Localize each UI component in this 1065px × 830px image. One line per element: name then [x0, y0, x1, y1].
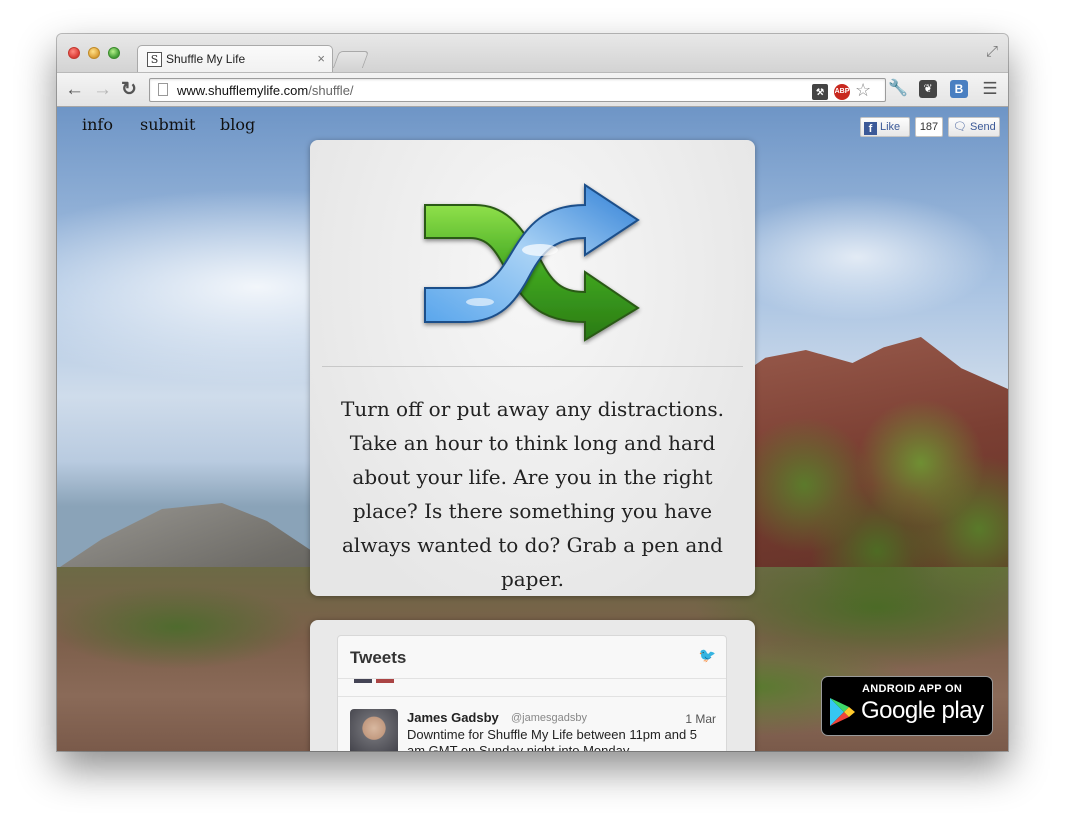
tab-shuffle-my-life[interactable]: S Shuffle My Life ×	[137, 45, 333, 73]
tweet-date[interactable]: 1 Mar	[685, 712, 716, 726]
nav-link-submit[interactable]: submit	[140, 115, 195, 134]
speech-bubble-icon: 🗨	[953, 121, 967, 133]
url-path: /shuffle/	[308, 83, 354, 98]
avatar[interactable]	[350, 709, 398, 751]
minimize-window-button[interactable]	[88, 47, 100, 59]
close-window-button[interactable]	[68, 47, 80, 59]
back-arrow-icon[interactable]: ←	[65, 79, 84, 101]
forward-arrow-icon[interactable]: →	[93, 79, 112, 101]
divider	[338, 696, 726, 697]
browser-toolbar: ← → ↻ www.shufflemylife.com/shuffle/ ⚒ A…	[57, 72, 1008, 107]
background-bushes	[717, 397, 1008, 617]
tweets-panel: Tweets 🐦 James Gadsby @jamesgadsby 1 Mar…	[310, 620, 755, 751]
nav-link-info[interactable]: info	[82, 115, 113, 134]
nav-link-blog[interactable]: blog	[220, 115, 255, 134]
url-text[interactable]: www.shufflemylife.com/shuffle/	[177, 83, 354, 98]
facebook-like-button[interactable]: f Like	[860, 117, 910, 137]
page-icon	[158, 83, 168, 96]
google-play-badge[interactable]: ANDROID APP ON Google play	[821, 676, 993, 736]
twitter-timeline-widget: Tweets 🐦 James Gadsby @jamesgadsby 1 Mar…	[337, 635, 727, 751]
tweet-author-name[interactable]: James Gadsby	[407, 710, 499, 725]
facebook-send-button[interactable]: 🗨 Send	[948, 117, 1000, 137]
facebook-like-label: Like	[880, 121, 901, 133]
tab-close-icon[interactable]: ×	[317, 51, 325, 66]
google-play-icon	[830, 698, 855, 726]
menu-icon[interactable]: ☰	[981, 80, 999, 98]
address-bar[interactable]: www.shufflemylife.com/shuffle/ ⚒ ABP ☆	[149, 78, 886, 102]
tweet-text: Downtime for Shuffle My Life between 11p…	[407, 727, 698, 751]
browser-window: S Shuffle My Life × ⤢ ← → ↻ www.shufflem…	[57, 34, 1008, 751]
tab-title: Shuffle My Life	[166, 52, 246, 66]
shuffle-card: Turn off or put away any distractions. T…	[310, 140, 755, 596]
google-play-bottom-line: Google play	[861, 697, 984, 724]
fullscreen-icon[interactable]: ⤢	[986, 43, 998, 60]
facebook-send-label: Send	[970, 121, 996, 133]
bookmark-star-icon[interactable]: ☆	[855, 80, 871, 101]
divider	[338, 678, 726, 679]
site-favicon-icon: S	[147, 52, 162, 67]
tab-bar: S Shuffle My Life × ⤢	[57, 34, 1008, 73]
url-host: www.shufflemylife.com	[177, 83, 309, 98]
follower-avatars	[354, 679, 394, 683]
page-content: info submit blog f Like 187 🗨 Send Turn …	[57, 107, 1008, 751]
b-extension-icon[interactable]: B	[950, 80, 968, 98]
twitter-bird-icon[interactable]: 🐦	[699, 647, 716, 664]
facebook-icon: f	[864, 122, 877, 135]
wrench-icon[interactable]: 🔧	[888, 80, 908, 98]
shuffle-icon[interactable]	[420, 180, 645, 345]
google-play-top-line: ANDROID APP ON	[862, 683, 963, 695]
extension-tool-icon[interactable]: ⚒	[812, 84, 828, 100]
new-tab-button[interactable]	[332, 51, 370, 68]
reload-icon[interactable]: ↻	[121, 79, 137, 101]
evernote-icon[interactable]: ❦	[919, 80, 937, 98]
card-divider	[322, 366, 743, 367]
tweets-title: Tweets	[350, 648, 407, 667]
zoom-window-button[interactable]	[108, 47, 120, 59]
facebook-like-count: 187	[915, 117, 943, 137]
shuffle-suggestion-text: Turn off or put away any distractions. T…	[341, 397, 724, 591]
tweet-author-handle[interactable]: @jamesgadsby	[511, 712, 587, 724]
adblock-icon[interactable]: ABP	[834, 84, 850, 100]
